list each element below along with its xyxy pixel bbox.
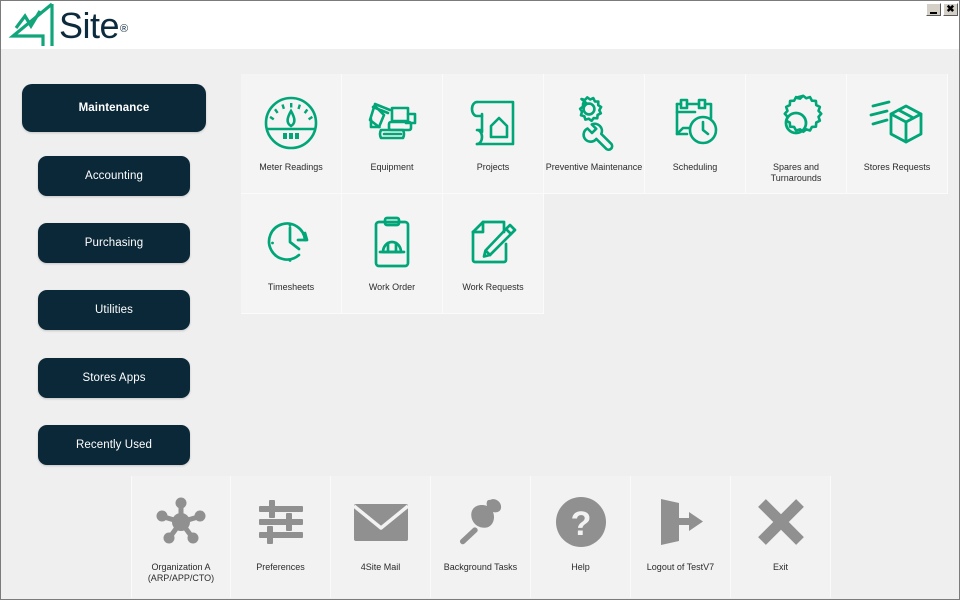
tile-equipment[interactable]: Equipment (342, 74, 443, 194)
close-button[interactable]: ✖ (943, 3, 958, 16)
question-circle-icon: ? (549, 490, 613, 554)
toolbar-item-exit[interactable]: Exit (731, 476, 831, 598)
content-area: Maintenance Accounting Purchasing Utilit… (1, 49, 960, 600)
sidebar-item-label: Recently Used (76, 439, 152, 451)
blueprint-icon (456, 86, 530, 160)
sidebar-item-label: Accounting (85, 170, 143, 182)
logo-registered-mark: ® (120, 23, 128, 35)
tile-label: Work Requests (444, 282, 543, 293)
toolbar-item-label: Organization A(ARP/APP/CTO) (132, 562, 230, 584)
tile-work-requests[interactable]: Work Requests (443, 194, 544, 314)
envelope-icon (349, 490, 413, 554)
tile-projects[interactable]: Projects (443, 74, 544, 194)
sidebar-item-recently-used[interactable]: Recently Used (38, 425, 190, 465)
sidebar-item-label: Stores Apps (82, 372, 145, 384)
sidebar-item-stores-apps[interactable]: Stores Apps (38, 358, 190, 398)
toolbar-item-preferences[interactable]: Preferences (231, 476, 331, 598)
app-logo: Site ® (7, 2, 127, 48)
sidebar-item-label: Utilities (95, 304, 133, 316)
sidebar-item-accounting[interactable]: Accounting (38, 156, 190, 196)
toolbar-item-label: 4Site Mail (332, 562, 430, 573)
gear-wrench-icon (557, 86, 631, 160)
tile-work-order[interactable]: Work Order (342, 194, 443, 314)
toolbar-item-help[interactable]: ? Help (531, 476, 631, 598)
tile-label: Scheduling (646, 162, 745, 173)
sidebar-item-utilities[interactable]: Utilities (38, 290, 190, 330)
shipping-box-icon (860, 86, 934, 160)
toolbar-item-logout[interactable]: Logout of TestV7 (631, 476, 731, 598)
clock-arrow-icon (254, 206, 328, 280)
application-window: Site ® ✖ Maintenance Accounting Purchasi… (0, 0, 960, 600)
icon-grid-row: Meter Readings (241, 74, 953, 194)
tile-label: Meter Readings (242, 162, 341, 173)
tile-meter-readings[interactable]: Meter Readings (241, 74, 342, 194)
tile-label: Stores Requests (848, 162, 947, 173)
toolbar-item-label: Exit (732, 562, 830, 573)
4site-logo-mark (7, 2, 61, 48)
sliders-icon (249, 490, 313, 554)
header-bar: Site ® ✖ (1, 1, 960, 50)
sidebar-item-maintenance[interactable]: Maintenance (22, 84, 206, 132)
close-icon: ✖ (946, 5, 954, 15)
window-controls: ✖ (926, 3, 958, 16)
close-x-icon (749, 490, 813, 554)
gauge-icon (254, 86, 328, 160)
logout-door-icon (649, 490, 713, 554)
sidebar-item-label: Purchasing (85, 237, 144, 249)
toolbar-item-organization[interactable]: Organization A(ARP/APP/CTO) (131, 476, 231, 598)
tile-stores-requests[interactable]: Stores Requests (847, 74, 948, 194)
minimize-button[interactable] (926, 3, 941, 16)
toolbar-item-label: Logout of TestV7 (632, 562, 730, 573)
toolbar-item-label: Background Tasks (432, 562, 530, 573)
toolbar-item-label: Help (532, 562, 630, 573)
module-icon-grid: Meter Readings (241, 74, 953, 314)
svg-text:?: ? (570, 505, 591, 543)
clipboard-hardhat-icon (355, 206, 429, 280)
tile-spares-and-turnarounds[interactable]: Spares and Turnarounds (746, 74, 847, 194)
tile-label: Projects (444, 162, 543, 173)
sidebar-item-purchasing[interactable]: Purchasing (38, 223, 190, 263)
icon-grid-row: Timesheets (241, 194, 953, 314)
tile-scheduling[interactable]: Scheduling (645, 74, 746, 194)
module-sidebar: Maintenance Accounting Purchasing Utilit… (1, 49, 229, 469)
tile-label: Equipment (343, 162, 442, 173)
logo-wordmark: Site (59, 8, 119, 44)
tile-label: Work Order (343, 282, 442, 293)
document-pencil-icon (456, 206, 530, 280)
sidebar-item-label: Maintenance (79, 102, 150, 114)
network-hub-icon (149, 490, 213, 554)
tile-label: Timesheets (242, 282, 341, 293)
cog-icon (759, 86, 833, 160)
tile-label: Spares and Turnarounds (747, 162, 846, 184)
pushpin-icon (449, 490, 513, 554)
toolbar-item-background-tasks[interactable]: Background Tasks (431, 476, 531, 598)
bottom-toolbar: Organization A(ARP/APP/CTO) (131, 476, 831, 598)
tile-label: Preventive Maintenance (545, 162, 644, 173)
minimize-icon (930, 12, 937, 14)
calendar-clock-icon (658, 86, 732, 160)
excavator-icon (355, 86, 429, 160)
tile-preventive-maintenance[interactable]: Preventive Maintenance (544, 74, 645, 194)
toolbar-item-label: Preferences (232, 562, 330, 573)
toolbar-item-4site-mail[interactable]: 4Site Mail (331, 476, 431, 598)
tile-timesheets[interactable]: Timesheets (241, 194, 342, 314)
